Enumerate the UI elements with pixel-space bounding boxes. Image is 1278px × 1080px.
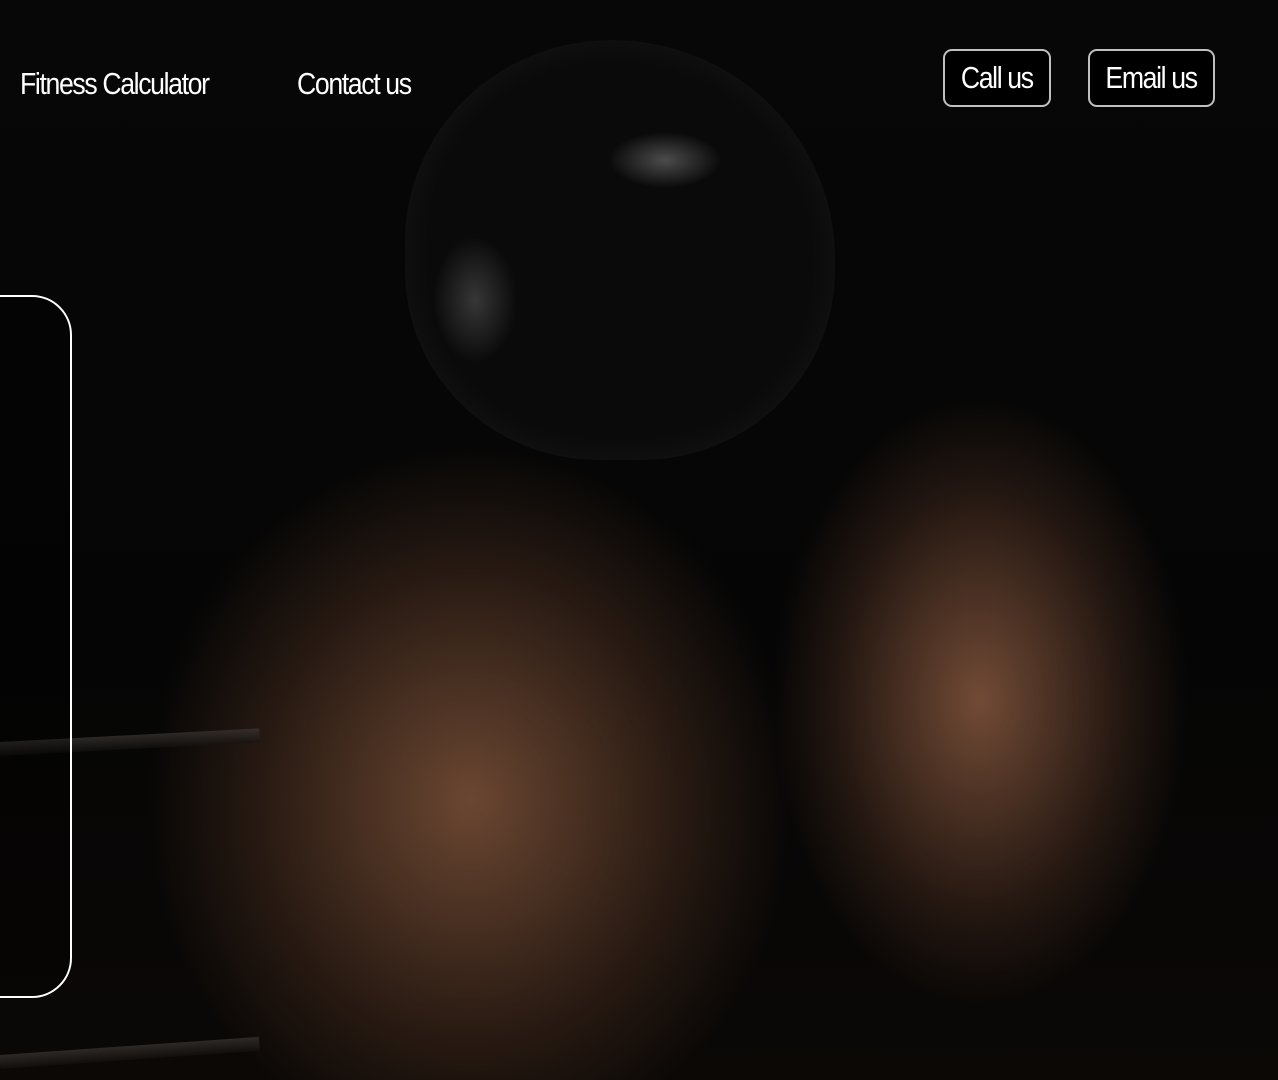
- landing-page: Fitness Calculator Contact us Call us Em…: [0, 0, 1278, 1080]
- call-us-button[interactable]: Call us: [943, 49, 1051, 107]
- boxing-helmet-shape: [405, 40, 835, 460]
- nav-link-contact-us[interactable]: Contact us: [297, 62, 412, 106]
- call-us-label: Call us: [961, 60, 1034, 95]
- ring-rope: [0, 1036, 260, 1069]
- side-panel-card: [0, 295, 72, 998]
- email-us-label: Email us: [1105, 60, 1199, 95]
- email-us-button[interactable]: Email us: [1088, 49, 1215, 107]
- nav-link-fitness-calculator[interactable]: Fitness Calculator: [20, 62, 210, 106]
- hero-background-image: [0, 0, 1278, 1080]
